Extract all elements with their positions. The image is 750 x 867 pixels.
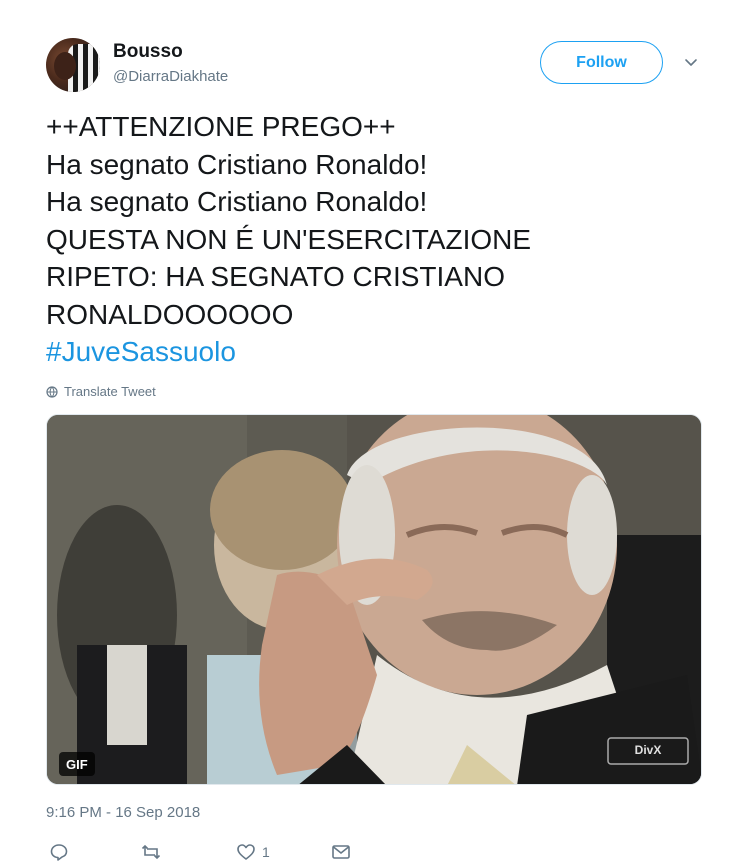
retweet-icon [141,844,161,860]
envelope-icon [332,845,350,859]
globe-icon [46,385,58,398]
reply-button[interactable] [49,842,69,862]
translate-label: Translate Tweet [64,384,156,399]
retweet-button[interactable] [141,842,161,862]
tweet-line: Ha segnato Cristiano Ronaldo! [46,186,428,217]
divx-watermark-icon: DivX [607,737,689,765]
tweet-card: Bousso @DiarraDiakhate Follow ++ATTENZIO… [0,0,750,867]
tweet-line: ++ATTENZIONE PREGO++ [46,111,396,142]
like-button[interactable]: 1 [236,842,270,862]
tweet-text: ++ATTENZIONE PREGO++ Ha segnato Cristian… [46,108,706,371]
heart-icon [237,844,255,860]
tweet-line: RIPETO: HA SEGNATO CRISTIANO [46,261,505,292]
author-name[interactable]: Bousso [113,41,183,63]
reply-icon [50,844,68,861]
translate-tweet-link[interactable]: Translate Tweet [46,384,156,399]
tweet-line: QUESTA NON É UN'ESERCITAZIONE [46,223,532,255]
hashtag-link[interactable]: #JuveSassuolo [46,333,706,371]
gif-media[interactable]: GIF DivX [46,414,702,785]
direct-message-button[interactable] [331,842,351,862]
author-handle[interactable]: @DiarraDiakhate [113,68,228,85]
tweet-line: Ha segnato Cristiano Ronaldo! [46,148,428,180]
like-count: 1 [262,844,270,860]
crying-man-gif-frame [47,415,701,784]
avatar[interactable] [46,38,100,92]
gif-badge: GIF [59,752,95,776]
follow-button[interactable]: Follow [540,41,663,84]
chevron-down-icon[interactable] [683,54,699,70]
tweet-line: RONALDOOOOOO [46,298,294,330]
avatar-face [54,52,76,80]
divx-watermark-text: DivX [635,743,662,757]
tweet-timestamp[interactable]: 9:16 PM - 16 Sep 2018 [46,804,200,821]
